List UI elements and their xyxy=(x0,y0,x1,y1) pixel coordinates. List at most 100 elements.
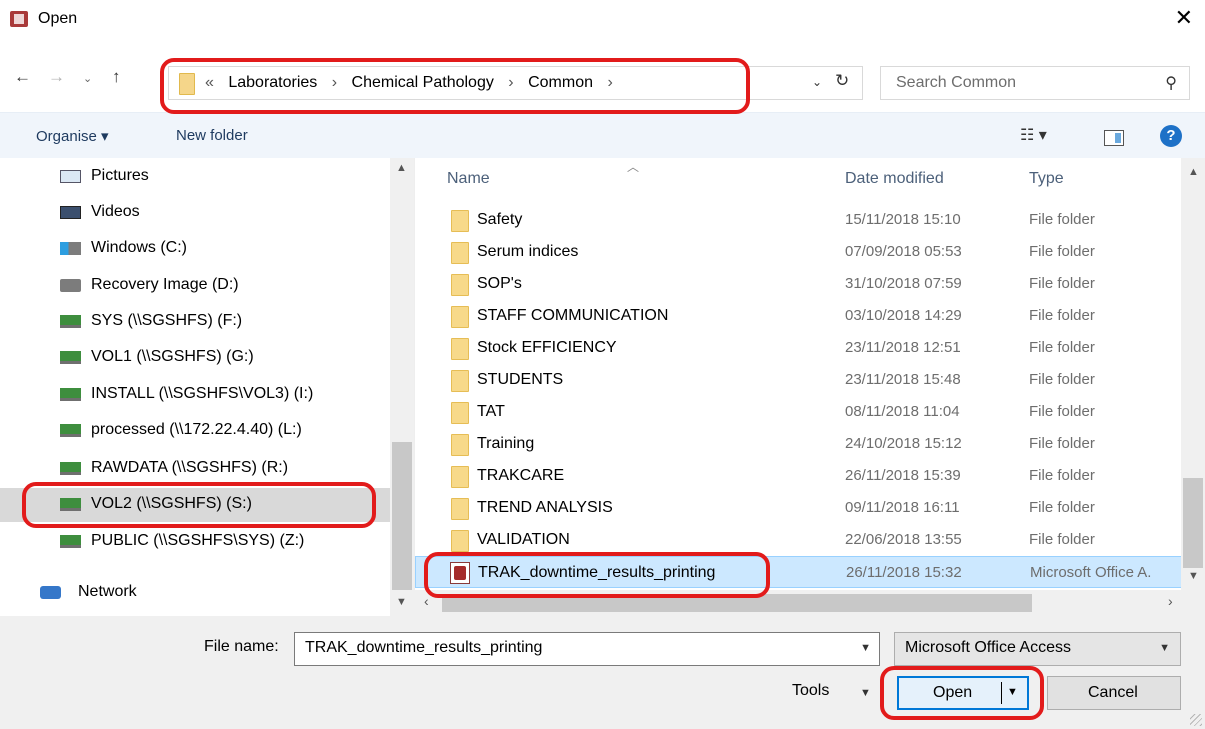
sidebar-item-install-i[interactable]: INSTALL (\\SGSHFS\VOL3) (I:) xyxy=(0,378,390,412)
address-bar[interactable]: « Laboratories › Chemical Pathology › Co… xyxy=(168,66,863,100)
column-header-date-modified[interactable]: Date modified xyxy=(845,170,944,188)
file-name: Training xyxy=(477,435,535,452)
sidebar-item-windows-c[interactable]: Windows (C:) xyxy=(0,232,390,266)
refresh-icon[interactable]: ↻ xyxy=(835,71,849,91)
file-type: File folder xyxy=(1029,467,1095,484)
up-arrow-icon[interactable]: ↑ xyxy=(112,67,121,87)
file-date: 22/06/2018 13:55 xyxy=(845,531,962,548)
scroll-left-icon[interactable]: ‹ xyxy=(424,593,429,609)
file-row-selected[interactable]: TRAK_downtime_results_printing 26/11/201… xyxy=(415,556,1185,588)
organise-menu-button[interactable]: Organise ▾ xyxy=(36,127,109,145)
sidebar-item-recovery-d[interactable]: Recovery Image (D:) xyxy=(0,269,390,303)
tools-button[interactable]: Tools xyxy=(792,682,829,700)
cancel-button[interactable]: Cancel xyxy=(1047,676,1181,710)
file-row[interactable]: STAFF COMMUNICATION 03/10/2018 14:29 Fil… xyxy=(415,300,1185,332)
file-name-field[interactable] xyxy=(305,639,845,657)
chevron-down-icon[interactable]: ▼ xyxy=(1159,642,1170,654)
file-type-select[interactable]: Microsoft Office Access ▼ xyxy=(894,632,1181,666)
search-icon[interactable]: ⚲ xyxy=(1165,73,1177,93)
breadcrumb-overflow[interactable]: « xyxy=(205,74,214,91)
file-type: File folder xyxy=(1029,211,1095,228)
file-date: 08/11/2018 11:04 xyxy=(845,403,960,420)
file-date: 15/11/2018 15:10 xyxy=(845,211,961,228)
sidebar-item-sys-f[interactable]: SYS (\\SGSHFS) (F:) xyxy=(0,305,390,339)
chevron-down-icon[interactable]: ▼ xyxy=(860,642,871,654)
preview-pane-icon[interactable] xyxy=(1104,130,1124,146)
file-list-vertical-scrollbar[interactable]: ▲ ▼ xyxy=(1181,158,1205,590)
folder-icon xyxy=(451,210,469,232)
scrollbar-thumb[interactable] xyxy=(1183,478,1203,568)
sidebar-item-label: processed (\\172.22.4.40) (L:) xyxy=(91,421,302,438)
open-dropdown-icon[interactable]: ▼ xyxy=(1007,686,1018,698)
scrollbar-thumb[interactable] xyxy=(392,442,412,590)
file-type: File folder xyxy=(1029,371,1095,388)
column-header-name[interactable]: Name xyxy=(447,170,490,188)
sidebar-item-processed-l[interactable]: processed (\\172.22.4.40) (L:) xyxy=(0,414,390,448)
search-input[interactable]: Search Common xyxy=(896,74,1016,92)
folder-icon xyxy=(451,306,469,328)
file-name: TAT xyxy=(477,403,505,420)
scrollbar-thumb[interactable] xyxy=(442,594,1032,612)
file-type: Microsoft Office A. xyxy=(1030,564,1152,581)
breadcrumb-common[interactable]: Common xyxy=(528,74,593,91)
file-name-combobox[interactable]: ▼ xyxy=(294,632,880,666)
file-row[interactable]: TREND ANALYSIS 09/11/2018 16:11 File fol… xyxy=(415,492,1185,524)
sidebar-item-vol2-s[interactable]: VOL2 (\\SGSHFS) (S:) xyxy=(0,488,390,522)
tools-dropdown-icon[interactable]: ▼ xyxy=(860,687,871,699)
file-row[interactable]: TAT 08/11/2018 11:04 File folder xyxy=(415,396,1185,428)
file-type: File folder xyxy=(1029,531,1095,548)
file-row[interactable]: Stock EFFICIENCY 23/11/2018 12:51 File f… xyxy=(415,332,1185,364)
open-button[interactable]: Open ▼ xyxy=(897,676,1029,710)
file-row[interactable]: Serum indices 07/09/2018 05:53 File fold… xyxy=(415,236,1185,268)
file-row[interactable]: STUDENTS 23/11/2018 15:48 File folder xyxy=(415,364,1185,396)
file-row[interactable]: VALIDATION 22/06/2018 13:55 File folder xyxy=(415,524,1185,556)
column-header-type[interactable]: Type xyxy=(1029,170,1064,188)
file-date: 09/11/2018 16:11 xyxy=(845,499,960,516)
change-view-icon[interactable]: ☷ ▾ xyxy=(1020,125,1047,145)
windows-drive-icon xyxy=(60,242,81,255)
folder-icon xyxy=(451,402,469,424)
sidebar-item-label: Windows (C:) xyxy=(91,239,188,256)
scroll-up-icon[interactable]: ▲ xyxy=(1188,166,1199,178)
scroll-right-icon[interactable]: › xyxy=(1168,593,1173,609)
breadcrumb-laboratories[interactable]: Laboratories xyxy=(228,74,317,91)
new-folder-button[interactable]: New folder xyxy=(176,127,248,144)
sidebar-item-network[interactable]: Network xyxy=(0,576,390,610)
sidebar-item-pictures[interactable]: Pictures xyxy=(0,160,390,194)
sidebar-item-label: RAWDATA (\\SGSHFS) (R:) xyxy=(91,459,289,476)
file-row[interactable]: Training 24/10/2018 15:12 File folder xyxy=(415,428,1185,460)
breadcrumb-separator[interactable]: › xyxy=(508,74,513,91)
file-row[interactable]: SOP's 31/10/2018 07:59 File folder xyxy=(415,268,1185,300)
file-date: 23/11/2018 12:51 xyxy=(845,339,961,356)
sidebar-item-rawdata-r[interactable]: RAWDATA (\\SGSHFS) (R:) xyxy=(0,452,390,486)
sidebar-item-videos[interactable]: Videos xyxy=(0,196,390,230)
folder-icon xyxy=(451,434,469,456)
file-row[interactable]: Safety 15/11/2018 15:10 File folder xyxy=(415,204,1185,236)
file-list-horizontal-scrollbar[interactable]: ‹ › xyxy=(414,590,1205,616)
sidebar-item-label: Recovery Image (D:) xyxy=(91,276,239,293)
sidebar-item-public-z[interactable]: PUBLIC (\\SGSHFS\SYS) (Z:) xyxy=(0,525,390,559)
forward-arrow-icon[interactable]: → xyxy=(48,67,65,87)
close-icon[interactable]: ✕ xyxy=(1175,4,1193,32)
address-dropdown-icon[interactable]: ⌄ xyxy=(812,75,822,89)
file-type: File folder xyxy=(1029,435,1095,452)
folder-icon xyxy=(451,498,469,520)
scroll-down-icon[interactable]: ▼ xyxy=(396,596,407,608)
sidebar-item-vol1-g[interactable]: VOL1 (\\SGSHFS) (G:) xyxy=(0,341,390,375)
scroll-down-icon[interactable]: ▼ xyxy=(1188,570,1199,582)
resize-grip-icon[interactable] xyxy=(1190,714,1202,726)
file-row[interactable]: TRAKCARE 26/11/2018 15:39 File folder xyxy=(415,460,1185,492)
recent-locations-icon[interactable]: ⌄ xyxy=(83,72,92,85)
file-type: File folder xyxy=(1029,339,1095,356)
scroll-up-icon[interactable]: ▲ xyxy=(396,162,407,174)
back-arrow-icon[interactable]: ← xyxy=(14,67,31,87)
search-box[interactable]: Search Common ⚲ xyxy=(880,66,1190,100)
file-list: Name ︿ Date modified Type Safety 15/11/2… xyxy=(414,158,1205,616)
file-date: 07/09/2018 05:53 xyxy=(845,243,962,260)
breadcrumb-separator[interactable]: › xyxy=(607,74,612,91)
navigation-pane-scrollbar[interactable]: ▲ ▼ xyxy=(390,158,414,616)
network-drive-icon xyxy=(60,498,81,511)
breadcrumb-chemical-pathology[interactable]: Chemical Pathology xyxy=(352,74,494,91)
help-icon[interactable]: ? xyxy=(1160,125,1182,147)
breadcrumb-separator[interactable]: › xyxy=(332,74,337,91)
